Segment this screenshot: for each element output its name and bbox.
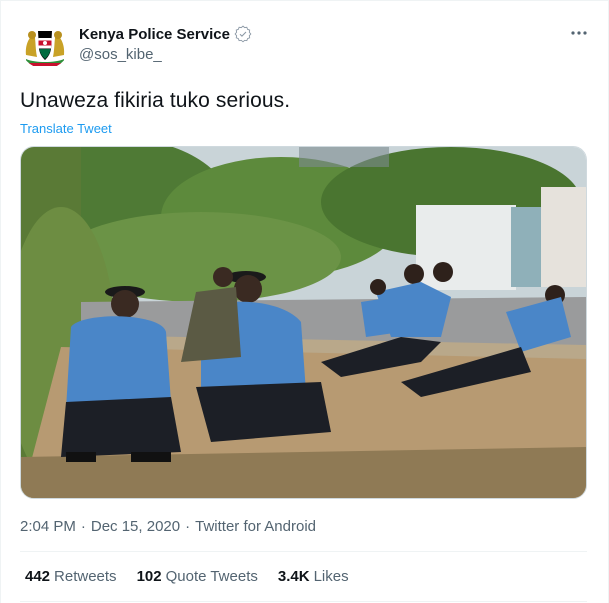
- tweet-date[interactable]: Dec 15, 2020: [91, 518, 180, 535]
- meta-separator: ·: [185, 518, 191, 535]
- more-options-icon[interactable]: [567, 23, 591, 43]
- meta-separator: ·: [80, 518, 86, 535]
- likes-stat[interactable]: 3.4K Likes: [278, 568, 349, 585]
- tweet-text: Unaweza fikiria tuko serious.: [20, 89, 291, 112]
- retweets-count: 442: [25, 568, 51, 585]
- retweets-stat[interactable]: 442 Retweets: [25, 568, 117, 585]
- quote-tweets-stat[interactable]: 102 Quote Tweets: [137, 568, 258, 585]
- likes-count: 3.4K: [277, 568, 310, 585]
- translate-tweet-link[interactable]: Translate Tweet: [20, 121, 112, 136]
- author-name-row: Kenya Police Service: [79, 25, 252, 43]
- likes-label: Likes: [313, 568, 349, 585]
- tweet-card: Kenya Police Service @sos_kibe_ Unaweza …: [0, 0, 609, 603]
- engagement-stats: 442 Retweets 102 Quote Tweets 3.4K Likes: [25, 568, 349, 585]
- divider: [20, 601, 587, 602]
- police-officers-photo: [21, 147, 586, 498]
- tweet-meta: 2:04 PM · Dec 15, 2020 · Twitter for And…: [20, 518, 316, 535]
- author-handle[interactable]: @sos_kibe_: [79, 46, 162, 63]
- display-name[interactable]: Kenya Police Service: [79, 26, 230, 43]
- tweet-time[interactable]: 2:04 PM: [20, 518, 76, 535]
- divider: [20, 551, 587, 552]
- quote-tweets-count: 102: [136, 568, 162, 585]
- tweet-photo[interactable]: [20, 146, 587, 499]
- tweet-source[interactable]: Twitter for Android: [195, 518, 316, 535]
- verified-badge-icon: [234, 25, 252, 43]
- retweets-label: Retweets: [54, 568, 117, 585]
- avatar[interactable]: [20, 19, 70, 69]
- quote-tweets-label: Quote Tweets: [165, 568, 258, 585]
- kenya-coat-of-arms-icon: [20, 19, 70, 69]
